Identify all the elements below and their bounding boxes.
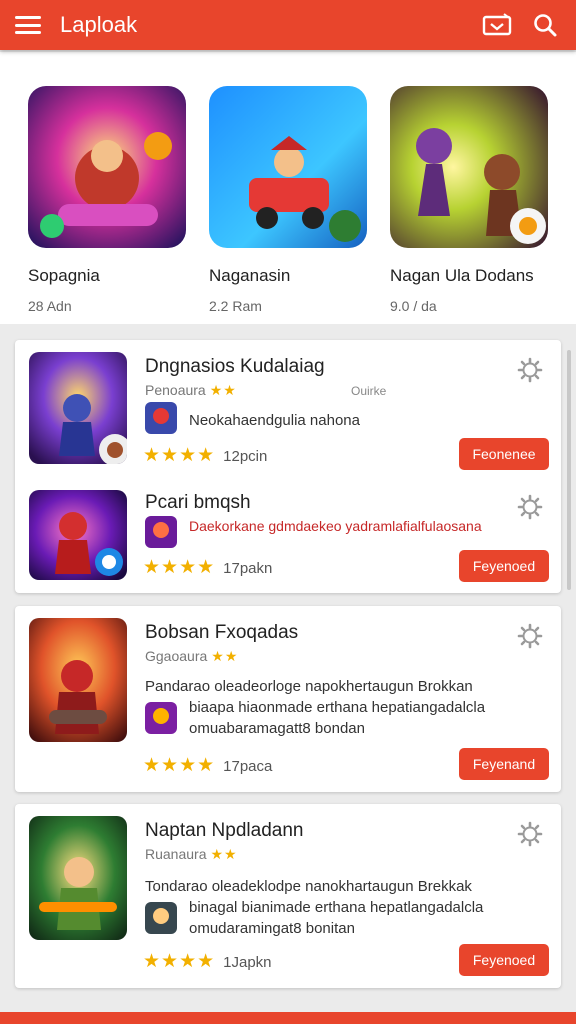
app-title: Dngnasios Kudalaiag — [145, 356, 325, 377]
subtitle-stars: ★★ — [209, 382, 237, 398]
subtitle-stars: ★★ — [210, 846, 238, 862]
featured-section: Sopagnia 28 Adn Naganasin 2.2 Ram Nagan … — [0, 52, 576, 324]
app-icon[interactable] — [29, 490, 127, 580]
featured-item[interactable]: Sopagnia 28 Adn — [28, 86, 198, 314]
app-title: Bobsan Fxoqadas — [145, 622, 299, 643]
app-icon[interactable] — [29, 816, 127, 940]
app-description: Daekorkane gdmdaekeo yadramlafialfulaosa… — [189, 518, 482, 534]
install-button[interactable]: Feyenand — [459, 748, 549, 780]
app-title: Laploak — [60, 12, 138, 37]
app-list-card: Dngnasios Kudalaiag Penoaura ★★ Ouirke Ne… — [15, 340, 561, 593]
app-developer: Ruanaura ★★ — [145, 846, 238, 862]
featured-name: Nagan Ula Dodans — [390, 266, 534, 285]
app-icon[interactable] — [29, 618, 127, 742]
featured-meta: 9.0 / da — [390, 298, 437, 314]
inbox-icon[interactable] — [480, 8, 514, 42]
search-icon[interactable] — [528, 8, 562, 42]
install-button[interactable]: Feyenoed — [459, 944, 549, 976]
app-rating: ★★★★ 1Japkn — [143, 951, 272, 972]
featured-thumbnail[interactable] — [28, 86, 186, 248]
app-badge-icon — [145, 402, 177, 434]
install-button[interactable]: Feonenee — [459, 438, 549, 470]
gear-icon[interactable] — [517, 623, 543, 649]
gear-icon[interactable] — [517, 821, 543, 847]
app-title: Naptan Npdladann — [145, 820, 304, 841]
gear-icon[interactable] — [517, 494, 543, 520]
app-developer: Ggaoaura ★★ — [145, 648, 239, 664]
featured-meta: 28 Adn — [28, 298, 72, 314]
app-bar: Laploak — [0, 0, 576, 50]
app-title: Pcari bmqsh — [145, 492, 251, 513]
featured-name: Sopagnia — [28, 266, 100, 285]
featured-meta: 2.2 Ram — [209, 298, 262, 314]
bottom-bar — [0, 1012, 576, 1024]
app-description: Pandarao oleadeorloge napokhertaugun Bro… — [145, 678, 486, 737]
app-description: Tondarao oleadeklodpe nanokhartaugun Bre… — [145, 878, 484, 937]
featured-item[interactable]: Naganasin 2.2 Ram — [209, 86, 379, 314]
app-rating: ★★★★ 17pakn — [143, 557, 273, 578]
app-list-card[interactable]: Naptan Npdladann Ruanaura ★★ Tondarao ole… — [15, 804, 561, 988]
gear-icon[interactable] — [517, 357, 543, 383]
install-button[interactable]: Feyenoed — [459, 550, 549, 582]
app-rating: ★★★★ 12pcin — [143, 445, 268, 466]
featured-thumbnail[interactable] — [390, 86, 548, 248]
featured-thumbnail[interactable] — [209, 86, 367, 248]
featured-item[interactable]: Nagan Ula Dodans 9.0 / da — [390, 86, 560, 314]
app-badge-icon — [145, 902, 177, 934]
app-tag: Ouirke — [351, 384, 387, 398]
menu-icon[interactable] — [14, 13, 42, 37]
app-badge-icon — [145, 702, 177, 734]
app-rating: ★★★★ 17paca — [143, 755, 273, 776]
scrollbar[interactable] — [567, 350, 571, 590]
app-list-card[interactable]: Bobsan Fxoqadas Ggaoaura ★★ Pandarao olea… — [15, 606, 561, 792]
subtitle-stars: ★★ — [211, 648, 239, 664]
app-description: Neokahaendgulia nahona — [189, 412, 360, 429]
app-developer: Penoaura ★★ — [145, 382, 237, 398]
featured-name: Naganasin — [209, 266, 291, 285]
list-item[interactable]: Dngnasios Kudalaiag Penoaura ★★ Ouirke Ne… — [15, 340, 561, 470]
app-icon[interactable] — [29, 352, 127, 464]
app-badge-icon — [145, 516, 177, 548]
list-item[interactable]: Pcari bmqsh Daekorkane gdmdaekeo yadraml… — [15, 480, 561, 590]
